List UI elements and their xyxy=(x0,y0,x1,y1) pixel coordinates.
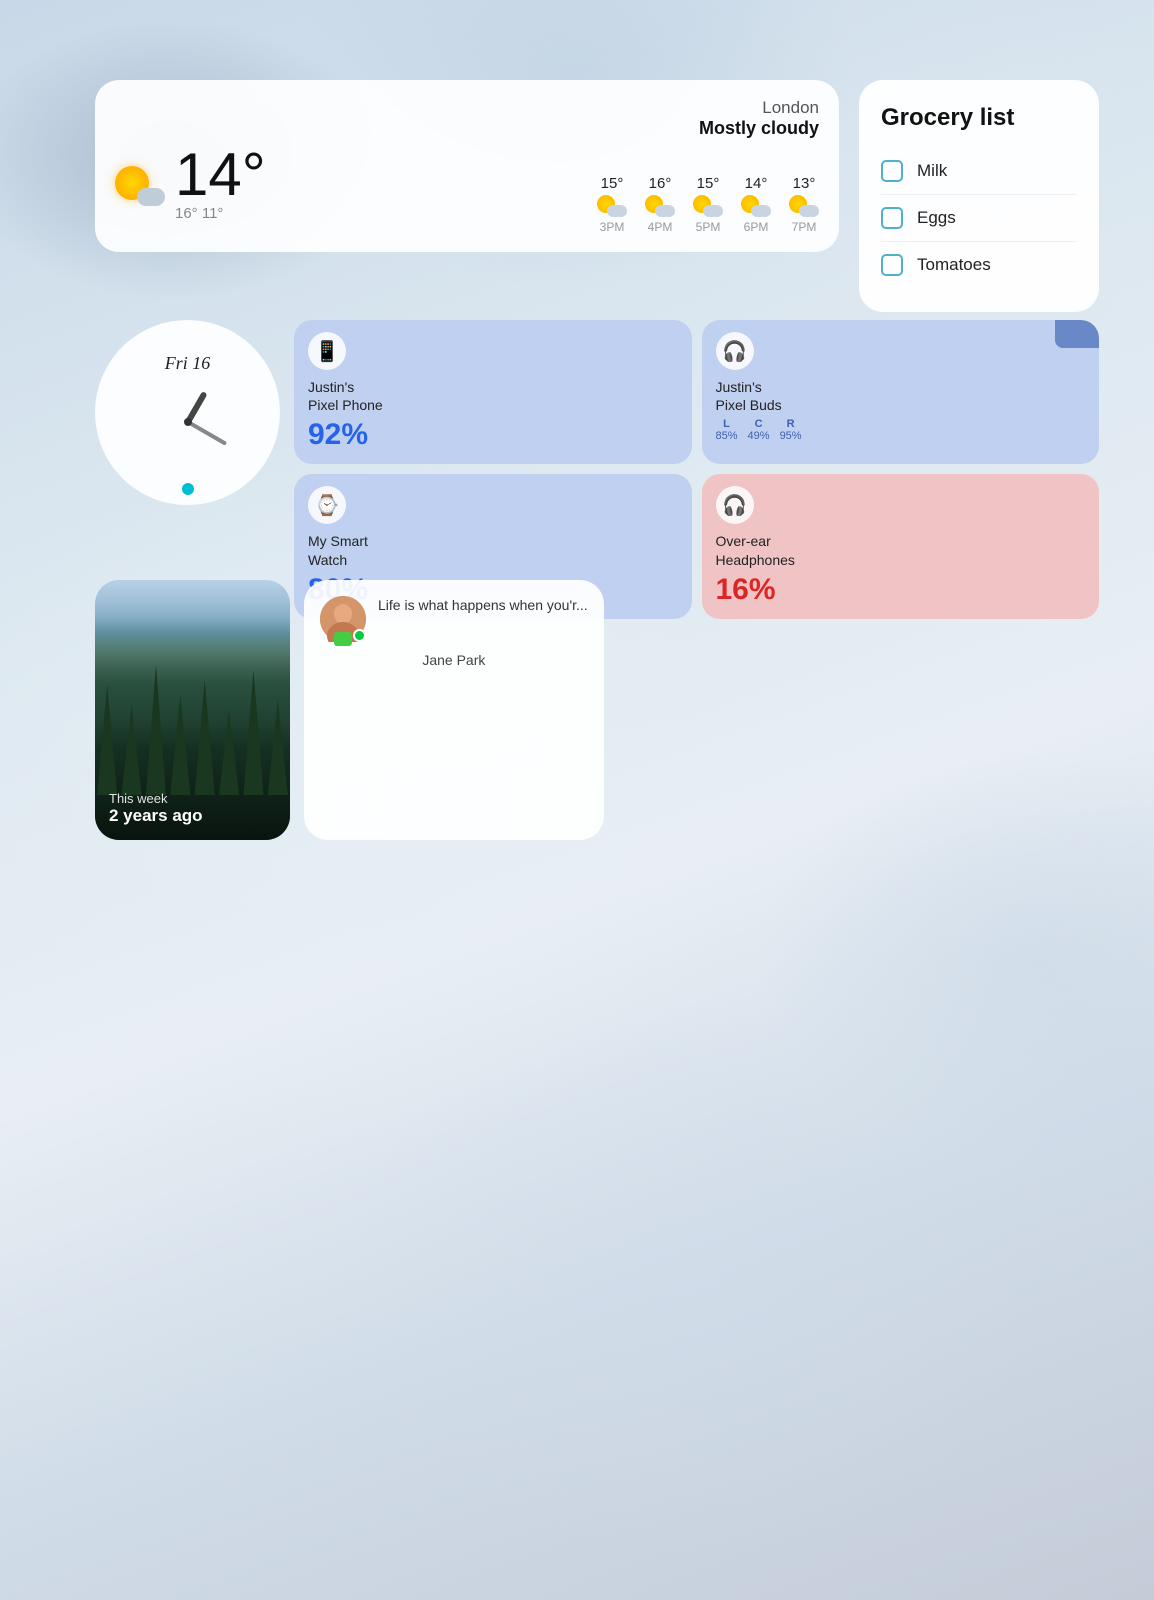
forecast-item: 16° 4PM xyxy=(645,175,675,234)
tree xyxy=(267,700,289,795)
grocery-list: Milk Eggs Tomatoes xyxy=(881,148,1077,288)
grocery-label: Eggs xyxy=(917,208,956,228)
forecast-time: 5PM xyxy=(696,220,721,234)
buds-left: L 85% xyxy=(716,418,738,442)
clock-face xyxy=(138,372,238,472)
forecast-icon xyxy=(693,195,723,217)
watch-name: My SmartWatch xyxy=(308,532,678,568)
devices-grid: 📱 Justin'sPixel Phone 92% 🎧 Justin'sPixe… xyxy=(294,320,1099,619)
device-buds[interactable]: 🎧 Justin'sPixel Buds L 85% C 49% xyxy=(702,320,1100,464)
clock-center xyxy=(184,418,192,426)
forecast-item: 15° 3PM xyxy=(597,175,627,234)
weather-city: London xyxy=(699,98,819,118)
contact-widget[interactable]: Life is what happens when you'r... Jane … xyxy=(304,580,604,840)
grocery-widget: Grocery list Milk Eggs Tomatoes xyxy=(859,80,1099,312)
tree xyxy=(242,670,264,795)
contact-app-icon xyxy=(334,632,352,646)
contact-avatar xyxy=(320,596,366,642)
weather-condition: Mostly cloudy xyxy=(699,118,819,139)
headphones-icon: 🎧 xyxy=(716,486,754,524)
forest-trees xyxy=(95,665,290,795)
weather-main: 14° 16° 11° xyxy=(115,145,266,226)
forecast-time: 4PM xyxy=(648,220,673,234)
forecast-time: 3PM xyxy=(600,220,625,234)
forecast-icon xyxy=(789,195,819,217)
device-phone[interactable]: 📱 Justin'sPixel Phone 92% xyxy=(294,320,692,464)
forecast-cloud xyxy=(655,205,675,217)
clock-widget: Fri 16 xyxy=(95,320,280,505)
tree xyxy=(145,665,167,795)
grocery-item[interactable]: Eggs xyxy=(881,195,1077,242)
weather-icon xyxy=(115,166,165,206)
photos-overlay: This week 2 years ago xyxy=(109,791,203,826)
phone-name: Justin'sPixel Phone xyxy=(308,378,678,414)
grocery-checkbox[interactable] xyxy=(881,207,903,229)
cloud-shape xyxy=(137,188,165,206)
clock-date: Fri 16 xyxy=(165,353,211,374)
tree xyxy=(169,695,191,795)
contact-row: Life is what happens when you'r... xyxy=(320,596,588,642)
grocery-item[interactable]: Tomatoes xyxy=(881,242,1077,288)
forecast-temp: 15° xyxy=(601,175,624,192)
buds-center: C 49% xyxy=(748,418,770,442)
forecast-item: 15° 5PM xyxy=(693,175,723,234)
forecast-cloud xyxy=(703,205,723,217)
forecast-item: 13° 7PM xyxy=(789,175,819,234)
weather-temp: 14° xyxy=(175,145,266,205)
clock-minute-hand xyxy=(187,420,227,445)
buds-right: R 95% xyxy=(780,418,802,442)
weather-forecast: 15° 3PM 16° 4PM 15° 5PM 14° xyxy=(597,175,819,234)
forecast-time: 6PM xyxy=(744,220,769,234)
phone-icon: 📱 xyxy=(308,332,346,370)
photos-widget[interactable]: This week 2 years ago xyxy=(95,580,290,840)
weather-widget: London Mostly cloudy 14° 16° 11° xyxy=(95,80,839,252)
buds-icon: 🎧 xyxy=(716,332,754,370)
watch-icon: ⌚ xyxy=(308,486,346,524)
forecast-temp: 15° xyxy=(697,175,720,192)
grocery-title: Grocery list xyxy=(881,104,1077,132)
grocery-checkbox[interactable] xyxy=(881,254,903,276)
forecast-temp: 14° xyxy=(745,175,768,192)
buds-accent xyxy=(1055,320,1099,348)
buds-name: Justin'sPixel Buds xyxy=(716,378,1086,414)
photos-years-ago: 2 years ago xyxy=(109,806,203,826)
grocery-label: Tomatoes xyxy=(917,255,991,275)
tree xyxy=(96,685,118,795)
buds-channels: L 85% C 49% R 95% xyxy=(716,418,1086,442)
contact-message: Life is what happens when you'r... xyxy=(378,596,588,616)
clock-dot xyxy=(182,483,194,495)
grocery-label: Milk xyxy=(917,161,947,181)
forecast-temp: 16° xyxy=(649,175,672,192)
tree xyxy=(218,710,240,795)
tree xyxy=(194,680,216,795)
forecast-icon xyxy=(741,195,771,217)
photos-this-week: This week xyxy=(109,791,203,806)
headphones-name: Over-earHeadphones xyxy=(716,532,1086,568)
forecast-icon xyxy=(597,195,627,217)
contact-online-indicator xyxy=(353,629,366,642)
grocery-checkbox[interactable] xyxy=(881,160,903,182)
grocery-item[interactable]: Milk xyxy=(881,148,1077,195)
forecast-cloud xyxy=(607,205,627,217)
weather-location: London Mostly cloudy xyxy=(699,98,819,139)
forecast-temp: 13° xyxy=(793,175,816,192)
phone-battery: 92% xyxy=(308,418,678,452)
forecast-cloud xyxy=(751,205,771,217)
contact-name: Jane Park xyxy=(320,652,588,668)
forecast-cloud xyxy=(799,205,819,217)
forecast-item: 14° 6PM xyxy=(741,175,771,234)
forecast-time: 7PM xyxy=(792,220,817,234)
forecast-icon xyxy=(645,195,675,217)
tree xyxy=(120,705,142,795)
